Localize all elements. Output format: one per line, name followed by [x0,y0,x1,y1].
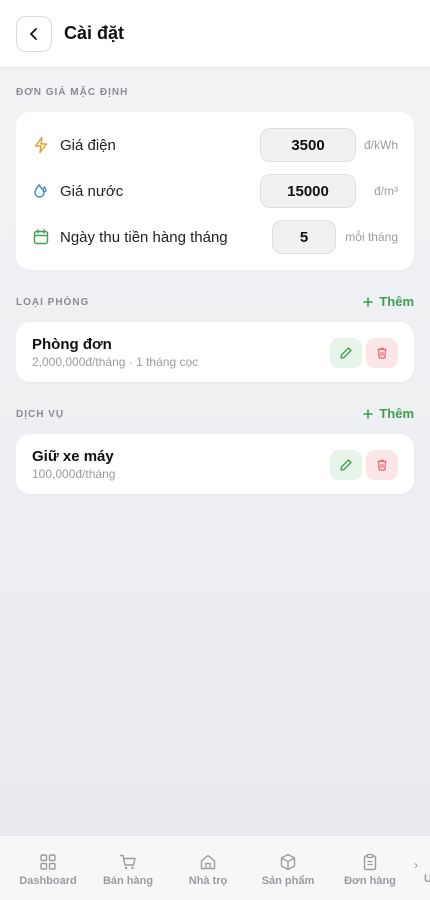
plus-icon [363,408,374,419]
price-label-electricity: Giá điện [60,136,116,154]
water-price-input[interactable]: 15000 [260,174,356,208]
add-service-label: Thêm [379,406,414,421]
billing-day-input[interactable]: 5 [272,220,336,254]
room-type-card: Phòng đơn 2,000,000đ/tháng · 1 tháng cọc [16,322,414,382]
price-label-billing-day: Ngày thu tiền hàng tháng [60,228,228,246]
delete-service-button[interactable] [366,450,398,480]
price-label-water: Giá nước [60,182,124,200]
chevron-left-icon [30,27,37,40]
price-row-water: Giá nước 15000 đ/m³ [32,174,398,208]
clipboard-icon [330,852,410,872]
price-row-electricity: Giá điện 3500 đ/kWh [32,128,398,162]
delete-room-type-button[interactable] [366,338,398,368]
nav-item-partial-label: Ư [424,873,430,885]
add-service-button[interactable]: Thêm [363,406,414,421]
app-header: Cài đặt [0,0,430,68]
trash-icon [377,459,387,471]
grid-icon [8,852,88,872]
section-title-default-prices: ĐƠN GIÁ MẶC ĐỊNH [16,87,129,98]
billing-day-unit: mỗi tháng [345,230,398,244]
nav-scroll-more-icon[interactable]: › [414,858,418,872]
section-title-room-types: LOẠI PHÒNG [16,297,90,308]
lightning-icon [32,136,50,154]
nav-item-dashboard[interactable]: Dashboard [8,852,88,887]
edit-service-button[interactable] [330,450,362,480]
nav-item-boarding-house[interactable]: Nhà trọ [168,852,248,887]
nav-item-products[interactable]: Sản phẩm [248,852,328,887]
nav-label-boarding-house: Nhà trọ [188,875,228,887]
price-row-billing-day: Ngày thu tiền hàng tháng 5 mỗi tháng [32,220,398,254]
nav-label-products: Sản phẩm [261,875,315,887]
electricity-price-input[interactable]: 3500 [260,128,356,162]
section-title-services: DỊCH VỤ [16,409,65,420]
nav-label-orders: Đơn hàng [344,875,396,887]
edit-room-type-button[interactable] [330,338,362,368]
page-title: Cài đặt [64,23,125,43]
add-room-type-label: Thêm [379,294,414,309]
add-room-type-button[interactable]: Thêm [363,294,414,309]
trash-icon [377,347,387,359]
nav-label-sales: Bán hàng [102,875,154,887]
plus-icon [363,296,374,307]
pencil-icon [340,459,352,471]
cart-icon [88,852,168,872]
box-icon [248,852,328,872]
default-prices-card: Giá điện 3500 đ/kWh Giá nước 15000 đ/m³ … [16,112,414,270]
service-details: 100,000đ/tháng [32,467,116,481]
nav-item-orders[interactable]: Đơn hàng [330,852,410,887]
electricity-unit: đ/kWh [363,138,398,152]
water-unit: đ/m³ [374,184,398,198]
nav-label-dashboard: Dashboard [19,875,77,887]
bottom-navigation: Dashboard Bán hàng Nhà trọ Sản phẩm Đơn … [0,835,430,900]
room-type-details: 2,000,000đ/tháng · 1 tháng cọc [32,355,199,369]
service-name: Giữ xe máy [32,448,114,465]
back-button[interactable] [16,15,52,52]
calendar-icon [32,228,50,246]
pencil-icon [340,347,352,359]
house-icon [168,852,248,872]
water-drop-icon [32,182,50,200]
nav-item-sales[interactable]: Bán hàng [88,852,168,887]
service-card: Giữ xe máy 100,000đ/tháng [16,434,414,494]
room-type-name: Phòng đơn [32,336,112,353]
